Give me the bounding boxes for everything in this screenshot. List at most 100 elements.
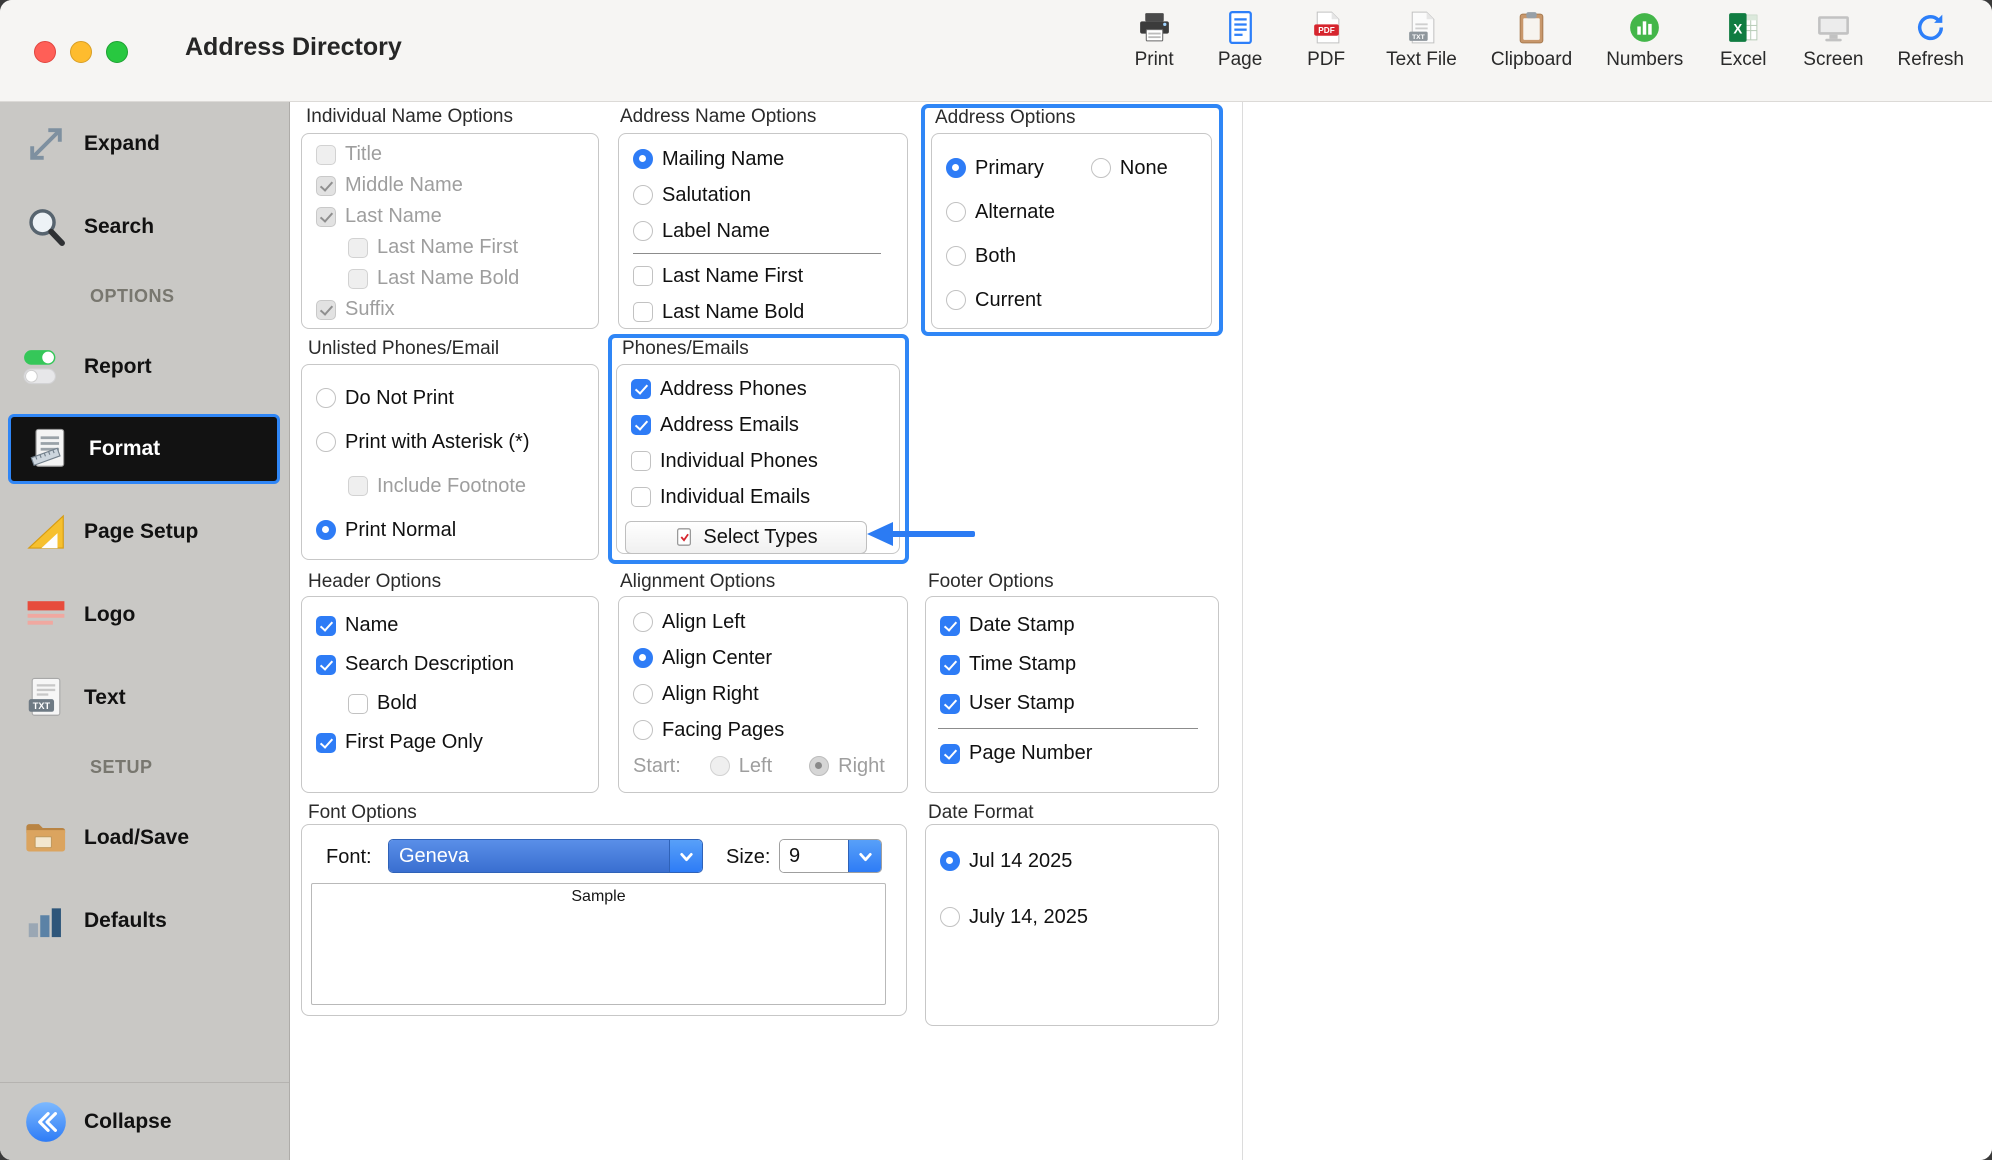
option-row[interactable]: Align Right: [619, 676, 907, 712]
toolbar-item-pdf[interactable]: PDFPDF: [1300, 9, 1352, 71]
print-normal-radio[interactable]: [316, 520, 336, 540]
toolbar-item-text-file[interactable]: TXTText File: [1386, 9, 1457, 71]
align-right-radio[interactable]: [633, 684, 653, 704]
time-stamp-checkbox[interactable]: [940, 655, 960, 675]
sidebar-item-defaults[interactable]: Defaults: [0, 879, 289, 962]
page-number-checkbox[interactable]: [940, 744, 960, 764]
address-phones-checkbox[interactable]: [631, 379, 651, 399]
option-row[interactable]: Last Name First: [619, 258, 907, 294]
option-row[interactable]: First Page Only: [302, 723, 598, 762]
sidebar-item-format[interactable]: Format: [8, 414, 280, 484]
option-row[interactable]: Date Stamp: [926, 606, 1218, 645]
sidebar-item-text[interactable]: TXTText: [0, 656, 289, 739]
option-row[interactable]: Print with Asterisk (*): [302, 420, 598, 464]
sidebar-item-load-save[interactable]: Load/Save: [0, 796, 289, 879]
last-name-checkbox[interactable]: [316, 207, 336, 227]
title-checkbox[interactable]: [316, 145, 336, 165]
size-select[interactable]: 9: [779, 839, 882, 873]
option-row[interactable]: Last Name Bold: [619, 294, 907, 330]
bold-checkbox[interactable]: [348, 694, 368, 714]
option-row[interactable]: Jul 14 2025: [926, 833, 1218, 889]
facing-pages-radio[interactable]: [633, 720, 653, 740]
toolbar-item-numbers[interactable]: Numbers: [1606, 9, 1683, 71]
option-row[interactable]: Align Center: [619, 640, 907, 676]
jul-14-2025-radio[interactable]: [940, 851, 960, 871]
select-types-button[interactable]: Select Types: [625, 521, 867, 554]
option-row[interactable]: Label Name: [619, 213, 907, 249]
toolbar-item-print[interactable]: Print: [1128, 9, 1180, 71]
option-row[interactable]: Print Normal: [302, 508, 598, 552]
individual-emails-checkbox[interactable]: [631, 487, 651, 507]
option-row[interactable]: Facing Pages: [619, 712, 907, 748]
option-row[interactable]: Alternate: [932, 190, 1211, 234]
alternate-radio[interactable]: [946, 202, 966, 222]
option-row[interactable]: Address Phones: [617, 371, 899, 407]
print-with-asterisk-radio[interactable]: [316, 432, 336, 452]
option-row[interactable]: Suffix: [302, 294, 598, 325]
option-row[interactable]: Last Name Bold: [302, 263, 598, 294]
toolbar-item-excel[interactable]: XExcel: [1717, 9, 1769, 71]
last-name-bold-checkbox[interactable]: [348, 269, 368, 289]
option-row[interactable]: Current: [932, 278, 1211, 322]
toolbar-item-screen[interactable]: Screen: [1803, 9, 1863, 71]
name-checkbox[interactable]: [316, 616, 336, 636]
align-center-radio[interactable]: [633, 648, 653, 668]
start-right-radio[interactable]: [809, 756, 829, 776]
current-radio[interactable]: [946, 290, 966, 310]
option-row[interactable]: Include Footnote: [302, 464, 598, 508]
search-description-checkbox[interactable]: [316, 655, 336, 675]
salutation-radio[interactable]: [633, 185, 653, 205]
toolbar-item-clipboard[interactable]: Clipboard: [1491, 9, 1572, 71]
option-row[interactable]: Last Name First: [302, 232, 598, 263]
zoom-button[interactable]: [106, 41, 128, 63]
option-row[interactable]: Middle Name: [302, 170, 598, 201]
middle-name-checkbox[interactable]: [316, 176, 336, 196]
option-row[interactable]: Search Description: [302, 645, 598, 684]
do-not-print-radio[interactable]: [316, 388, 336, 408]
mailing-name-radio[interactable]: [633, 149, 653, 169]
option-row[interactable]: Page Number: [926, 734, 1218, 773]
option-row[interactable]: Individual Phones: [617, 443, 899, 479]
start-left-radio[interactable]: [710, 756, 730, 776]
align-left-radio[interactable]: [633, 612, 653, 632]
july-14-2025-radio[interactable]: [940, 907, 960, 927]
option-row[interactable]: Bold: [302, 684, 598, 723]
last-name-first-checkbox[interactable]: [633, 266, 653, 286]
option-row[interactable]: Address Emails: [617, 407, 899, 443]
option-row[interactable]: Do Not Print: [302, 376, 598, 420]
sidebar-item-expand[interactable]: Expand: [0, 102, 289, 185]
individual-phones-checkbox[interactable]: [631, 451, 651, 471]
user-stamp-checkbox[interactable]: [940, 694, 960, 714]
both-radio[interactable]: [946, 246, 966, 266]
option-row[interactable]: Last Name: [302, 201, 598, 232]
option-row[interactable]: July 14, 2025: [926, 889, 1218, 945]
last-name-bold-checkbox[interactable]: [633, 302, 653, 322]
font-select[interactable]: Geneva: [388, 839, 703, 873]
option-row[interactable]: Time Stamp: [926, 645, 1218, 684]
include-footnote-checkbox[interactable]: [348, 476, 368, 496]
toolbar-item-refresh[interactable]: Refresh: [1897, 9, 1964, 71]
primary-radio[interactable]: [946, 158, 966, 178]
option-row[interactable]: PrimaryNone: [932, 146, 1211, 190]
sidebar-item-collapse[interactable]: Collapse: [0, 1082, 289, 1160]
toolbar-item-page[interactable]: Page: [1214, 9, 1266, 71]
sidebar-item-search[interactable]: Search: [0, 185, 289, 268]
option-row[interactable]: Individual Emails: [617, 479, 899, 515]
sidebar-item-logo[interactable]: Logo: [0, 573, 289, 656]
option-row[interactable]: Mailing Name: [619, 141, 907, 177]
first-page-only-checkbox[interactable]: [316, 733, 336, 753]
sidebar-item-page-setup[interactable]: Page Setup: [0, 490, 289, 573]
chevron-down-icon[interactable]: [848, 840, 881, 872]
label-name-radio[interactable]: [633, 221, 653, 241]
option-row[interactable]: Both: [932, 234, 1211, 278]
minimize-button[interactable]: [70, 41, 92, 63]
sidebar-item-report[interactable]: Report: [0, 325, 289, 408]
chevron-down-icon[interactable]: [669, 840, 702, 872]
suffix-checkbox[interactable]: [316, 300, 336, 320]
option-row[interactable]: User Stamp: [926, 684, 1218, 723]
option-row[interactable]: Name: [302, 606, 598, 645]
option-row[interactable]: Title: [302, 139, 598, 170]
option-row[interactable]: Align Left: [619, 604, 907, 640]
option-row[interactable]: Salutation: [619, 177, 907, 213]
date-stamp-checkbox[interactable]: [940, 616, 960, 636]
